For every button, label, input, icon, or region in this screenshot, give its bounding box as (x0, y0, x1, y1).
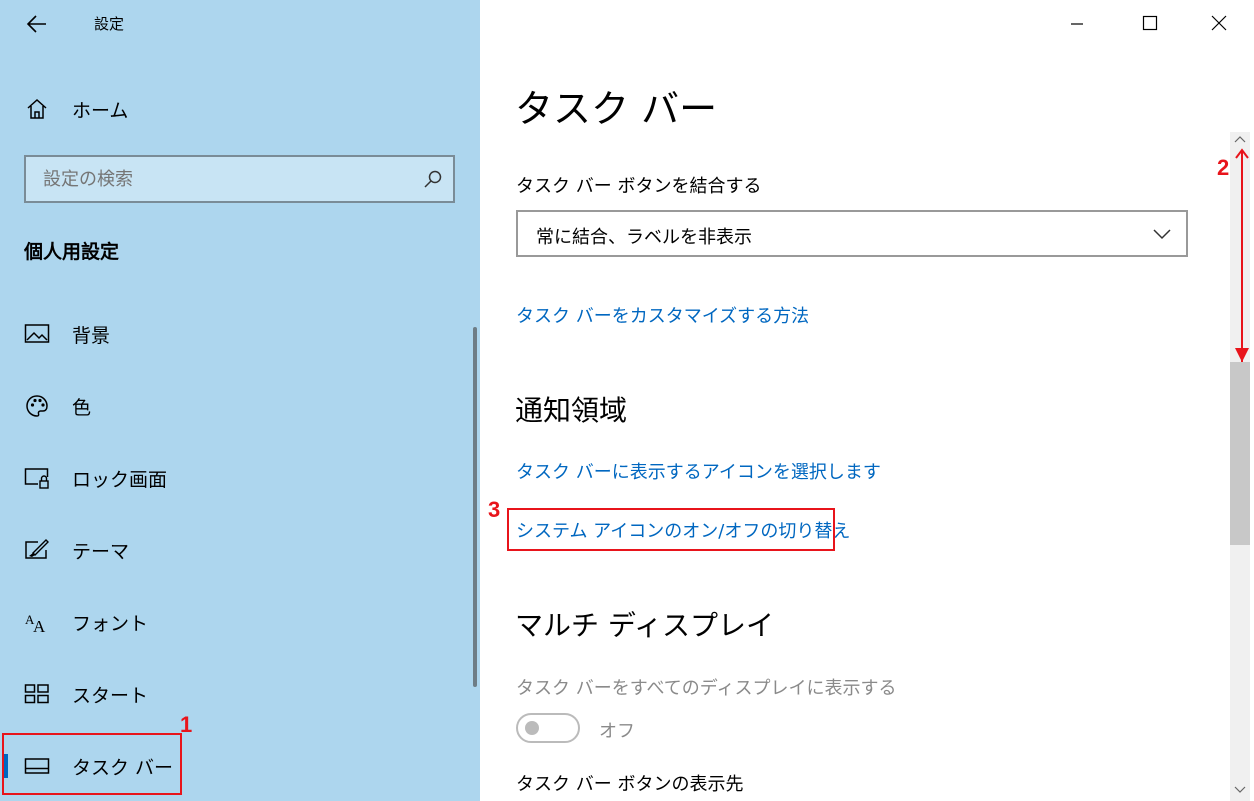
sidebar-item-label: フォント (72, 612, 149, 635)
font-icon: AA (24, 610, 50, 634)
scroll-up-icon[interactable] (1234, 134, 1246, 144)
dropdown-value: 常に結合、ラベルを非表示 (536, 227, 752, 248)
annotation-box-1 (2, 733, 182, 795)
notification-area-heading: 通知領域 (515, 394, 628, 427)
search-box[interactable] (24, 155, 455, 203)
search-input[interactable] (26, 157, 423, 201)
annotation-number-3: 3 (488, 497, 501, 522)
sidebar: 設定 ホーム 個人用設定 背景 色 ロック画面 テーマ (0, 0, 480, 801)
chevron-down-icon (1152, 227, 1172, 241)
customize-taskbar-link[interactable]: タスク バーをカスタマイズする方法 (516, 302, 809, 328)
lock-screen-icon (24, 466, 50, 490)
sidebar-item-home[interactable]: ホーム (0, 83, 470, 135)
annotation-number-1: 1 (180, 712, 193, 737)
annotation-arrow-2 (1235, 148, 1249, 362)
toggle-state-label: オフ (599, 721, 635, 742)
maximize-button[interactable] (1135, 8, 1165, 38)
search-icon[interactable] (423, 169, 443, 189)
sidebar-item-color[interactable]: 色 (0, 380, 470, 432)
all-displays-toggle[interactable] (516, 713, 580, 743)
multi-display-heading: マルチ ディスプレイ (515, 609, 774, 642)
home-icon (24, 97, 50, 121)
taskbar-buttons-display-label: タスク バー ボタンの表示先 (516, 774, 744, 795)
start-icon (24, 682, 50, 706)
sidebar-item-label: テーマ (72, 540, 130, 563)
window-title: 設定 (94, 15, 125, 33)
select-taskbar-icons-link[interactable]: タスク バーに表示するアイコンを選択します (516, 458, 881, 484)
sidebar-item-label: スタート (72, 684, 149, 707)
sidebar-item-font[interactable]: AA フォント (0, 596, 470, 648)
scroll-thumb[interactable] (1230, 362, 1250, 545)
minimize-button[interactable] (1062, 8, 1092, 38)
content-pane: タスク バー タスク バー ボタンを結合する 常に結合、ラベルを非表示 タスク … (480, 0, 1254, 801)
annotation-box-3 (507, 508, 835, 551)
section-title: 個人用設定 (24, 241, 120, 263)
annotation-number-2: 2 (1217, 155, 1230, 180)
palette-icon (24, 394, 50, 418)
picture-icon (24, 322, 50, 346)
sidebar-item-theme[interactable]: テーマ (0, 524, 470, 576)
close-icon (1211, 15, 1227, 31)
combine-buttons-dropdown[interactable]: 常に結合、ラベルを非表示 (516, 210, 1188, 257)
back-button[interactable] (22, 10, 52, 38)
maximize-icon (1142, 15, 1158, 31)
theme-icon (24, 538, 50, 562)
svg-text:A: A (33, 617, 46, 634)
sidebar-item-label: ロック画面 (72, 468, 168, 491)
close-button[interactable] (1204, 8, 1234, 38)
sidebar-item-label: 色 (72, 396, 92, 419)
sidebar-item-start[interactable]: スタート (0, 668, 470, 720)
sidebar-item-label: 背景 (72, 324, 111, 347)
toggle-knob (525, 721, 539, 735)
sidebar-scrollbar[interactable] (473, 327, 477, 687)
scroll-down-icon[interactable] (1234, 785, 1246, 795)
back-arrow-icon (26, 15, 46, 33)
minimize-icon (1071, 23, 1083, 25)
page-title: タスク バー (515, 87, 718, 131)
combine-buttons-label: タスク バー ボタンを結合する (516, 176, 762, 197)
sidebar-item-lock-screen[interactable]: ロック画面 (0, 452, 470, 504)
all-displays-label: タスク バーをすべてのディスプレイに表示する (516, 678, 897, 699)
sidebar-item-background[interactable]: 背景 (0, 308, 470, 360)
sidebar-item-label: ホーム (72, 99, 129, 122)
